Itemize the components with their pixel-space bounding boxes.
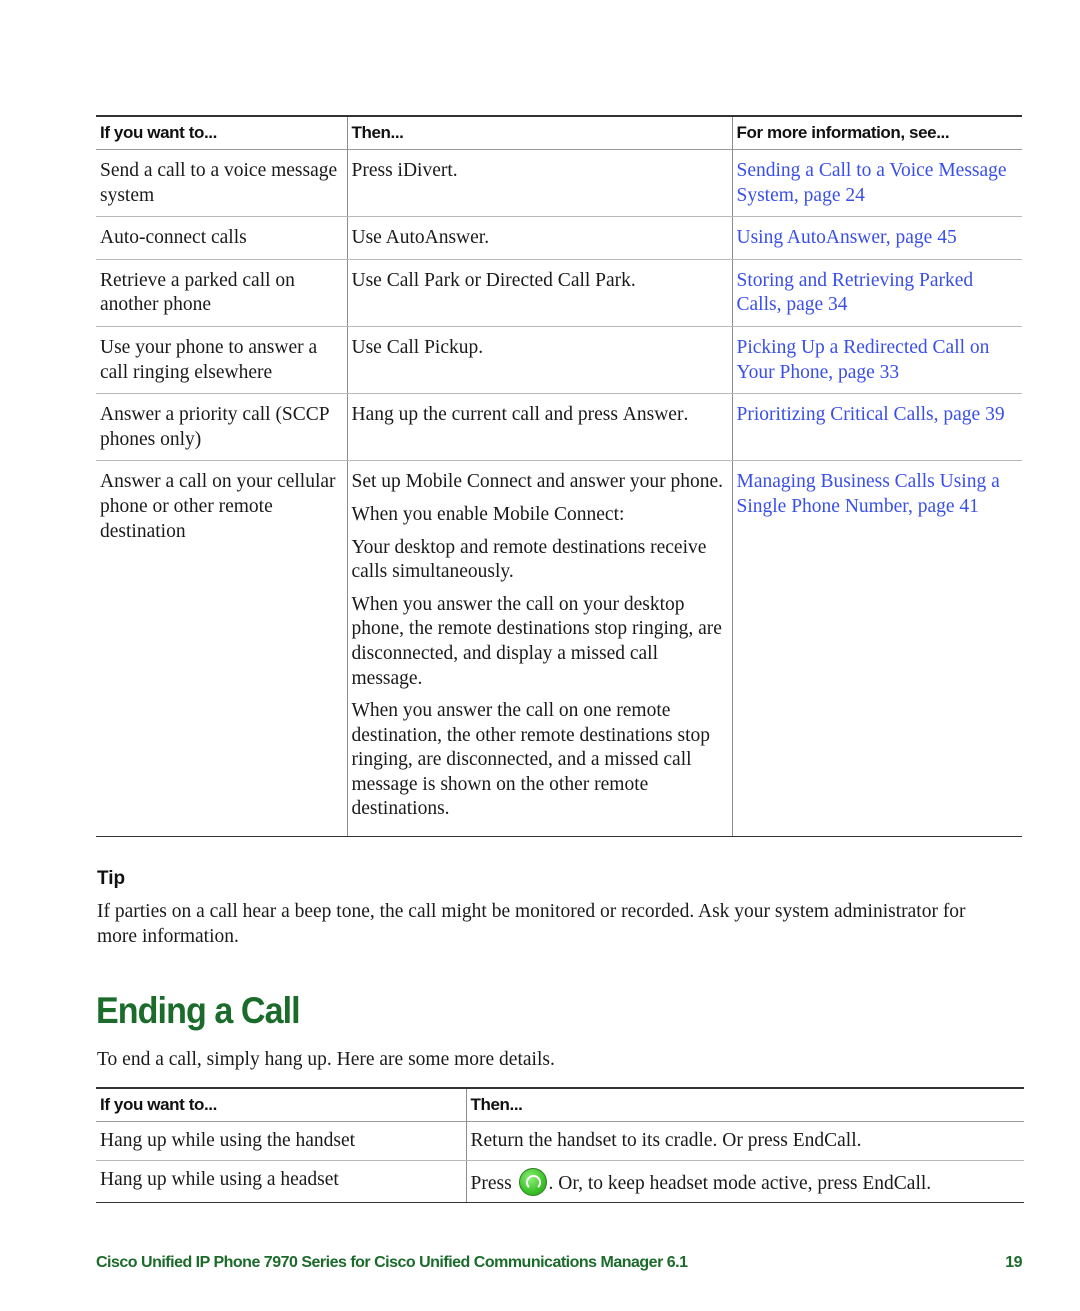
table-row: Hang up while using a headset Press . Or… — [96, 1160, 1024, 1204]
then-text: . Or, to keep headset mode active, press — [548, 1172, 863, 1194]
want-cell: Retrieve a parked call on another phone — [96, 259, 347, 327]
then-text: Hang up the current call and press — [351, 404, 623, 426]
table-row: Answer a priority call (SCCP phones only… — [96, 393, 1022, 462]
then-text: . — [856, 1130, 862, 1151]
cross-reference-link[interactable]: Using AutoAnswer, page 45 — [737, 227, 957, 248]
table-row: Answer a call on your cellular phone or … — [96, 460, 1022, 838]
then-paragraph: When you answer the call on one remote d… — [351, 700, 711, 820]
then-text: Return the handset to its cradle. Or pre… — [470, 1130, 793, 1151]
then-text: Press — [351, 160, 398, 181]
table-header-row: If you want to... Then... For more infor… — [96, 116, 1022, 150]
then-cell: Hang up the current call and press Answe… — [346, 393, 732, 462]
section-intro: To end a call, simply hang up. Here are … — [97, 1049, 555, 1070]
headset-icon — [518, 1167, 547, 1196]
ending-call-table: If you want to... Then... Hang up while … — [96, 1087, 1024, 1204]
see-cell: Sending a Call to a Voice Message System… — [731, 149, 1022, 218]
column-header-want: If you want to... — [100, 1095, 217, 1114]
softkey-label: EndCall — [792, 1130, 857, 1151]
see-cell: Using AutoAnswer, page 45 — [731, 216, 1022, 260]
column-header-then: Then... — [346, 116, 732, 150]
see-cell: Prioritizing Critical Calls, page 39 — [731, 393, 1022, 462]
column-header-want: If you want to... — [100, 123, 217, 142]
then-paragraph: When you answer the call on your desktop… — [351, 593, 722, 689]
want-cell: Send a call to a voice message system — [96, 149, 347, 218]
then-cell: Use AutoAnswer. — [346, 216, 732, 260]
want-cell: Hang up while using the handset — [96, 1121, 466, 1161]
cross-reference-link[interactable]: Picking Up a Redirected Call on Your Pho… — [737, 337, 990, 383]
table-row: Send a call to a voice message system Pr… — [96, 149, 1022, 218]
cross-reference-link[interactable]: Storing and Retrieving Parked Calls, pag… — [737, 270, 974, 316]
then-text: . — [452, 160, 458, 181]
want-cell: Answer a priority call (SCCP phones only… — [96, 393, 347, 462]
table-row: Retrieve a parked call on another phone … — [96, 259, 1022, 327]
column-header-then: Then... — [465, 1088, 1024, 1122]
want-cell: Answer a call on your cellular phone or … — [96, 460, 347, 838]
table-header-row: If you want to... Then... — [96, 1088, 1024, 1122]
softkey-label: Answer — [622, 404, 684, 426]
then-paragraph: When you enable Mobile Connect: — [351, 503, 625, 525]
cross-reference-link[interactable]: Sending a Call to a Voice Message System… — [737, 160, 1007, 206]
want-cell: Use your phone to answer a call ringing … — [96, 326, 347, 395]
section-title: Ending a Call — [96, 990, 301, 1031]
table-row: Hang up while using the handset Return t… — [96, 1121, 1024, 1161]
then-cell: Press . Or, to keep headset mode active,… — [465, 1160, 1024, 1204]
tip-heading: Tip — [97, 868, 126, 889]
then-cell: Return the handset to its cradle. Or pre… — [465, 1121, 1024, 1161]
then-paragraph: Set up Mobile Connect and answer your ph… — [351, 471, 724, 493]
see-cell: Managing Business Calls Using a Single P… — [731, 460, 1022, 838]
page-number: 19 — [1005, 1254, 1022, 1271]
see-cell: Storing and Retrieving Parked Calls, pag… — [731, 259, 1022, 327]
call-features-table: If you want to... Then... For more infor… — [96, 115, 1022, 838]
softkey-label: iDivert — [397, 160, 453, 181]
page-footer: Cisco Unified IP Phone 7970 Series for C… — [96, 1254, 1024, 1272]
then-paragraph: Your desktop and remote destinations rec… — [351, 536, 707, 583]
then-text: . — [926, 1172, 932, 1194]
then-cell: Use Call Pickup. — [346, 326, 732, 395]
tip-text: If parties on a call hear a beep tone, t… — [97, 901, 966, 947]
then-cell: Use Call Park or Directed Call Park. — [346, 259, 732, 327]
then-text: Press — [470, 1172, 517, 1194]
want-cell: Auto-connect calls — [96, 216, 347, 260]
column-header-see: For more information, see... — [731, 116, 1022, 150]
softkey-label: EndCall — [862, 1172, 927, 1194]
want-cell: Hang up while using a headset — [96, 1160, 466, 1204]
cross-reference-link[interactable]: Managing Business Calls Using a Single P… — [737, 471, 1000, 517]
then-text: . — [683, 404, 689, 426]
then-cell: Press iDivert. — [346, 149, 732, 218]
table-row: Use your phone to answer a call ringing … — [96, 326, 1022, 395]
table-row: Auto-connect calls Use AutoAnswer. Using… — [96, 216, 1022, 260]
footer-title: Cisco Unified IP Phone 7970 Series for C… — [96, 1254, 688, 1271]
cross-reference-link[interactable]: Prioritizing Critical Calls, page 39 — [737, 404, 1005, 425]
see-cell: Picking Up a Redirected Call on Your Pho… — [731, 326, 1022, 395]
then-cell: Set up Mobile Connect and answer your ph… — [346, 460, 732, 838]
